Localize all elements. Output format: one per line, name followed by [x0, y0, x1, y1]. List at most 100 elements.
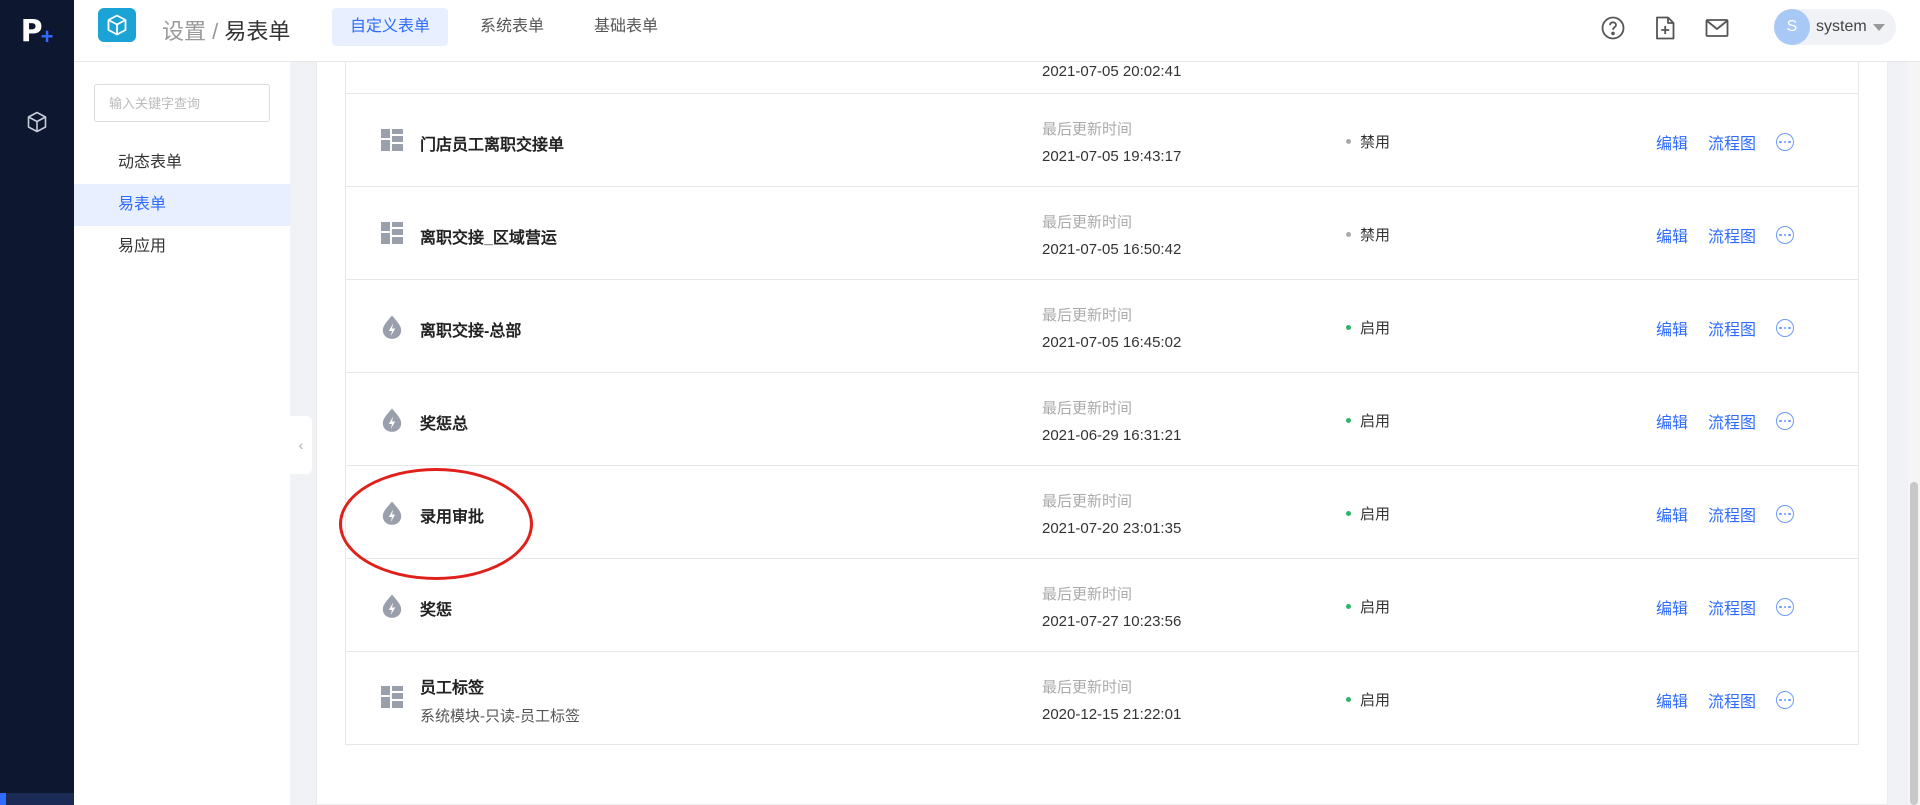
- flash-drop-icon: [380, 407, 404, 432]
- scrollbar[interactable]: [1908, 62, 1920, 805]
- status-badge: 禁用: [1346, 224, 1390, 245]
- updated-time: 2021-06-29 16:31:21: [1042, 427, 1182, 444]
- form-subtitle: 系统模块-只读-员工标签: [420, 708, 580, 725]
- mail-icon[interactable]: [1702, 14, 1732, 42]
- flash-drop-icon: [380, 593, 404, 618]
- list-item[interactable]: 录用审批 最后更新时间 2021-07-20 23:01:35 启用 编辑 流程图: [346, 465, 1858, 558]
- status-badge: 启用: [1346, 596, 1390, 617]
- status-text: 启用: [1360, 506, 1391, 523]
- scrollbar-thumb[interactable]: [1910, 482, 1918, 805]
- more-icon[interactable]: [1776, 133, 1795, 151]
- form-name[interactable]: 奖惩总: [420, 410, 468, 434]
- list-item-partial: 2021-07-05 20:02:41: [346, 62, 1858, 93]
- row-actions: 编辑 流程图: [1656, 409, 1795, 433]
- app-logo[interactable]: P +: [0, 0, 74, 62]
- flowchart-button[interactable]: 流程图: [1708, 688, 1756, 712]
- secondary-sidebar: 动态表单 易表单 易应用: [74, 62, 290, 805]
- chevron-down-icon: [1872, 23, 1885, 31]
- row-actions: 编辑 流程图: [1656, 502, 1795, 526]
- cube-icon[interactable]: [98, 8, 136, 42]
- list-item[interactable]: 奖惩总 最后更新时间 2021-06-29 16:31:21 启用 编辑 流程图: [346, 372, 1858, 465]
- status-text: 禁用: [1360, 227, 1391, 244]
- main-content: 2021-07-05 20:02:41 门店员工离职交接单 最后更新时间 2021-…: [316, 62, 1888, 805]
- status-text: 启用: [1360, 692, 1391, 709]
- breadcrumb-parent[interactable]: 设置: [162, 19, 206, 44]
- tab-custom-forms[interactable]: 自定义表单: [332, 8, 449, 46]
- left-rail: P +: [0, 0, 74, 805]
- form-name[interactable]: 离职交接-总部: [420, 317, 521, 341]
- more-icon[interactable]: [1776, 319, 1795, 337]
- new-document-icon[interactable]: [1650, 14, 1680, 42]
- more-icon[interactable]: [1776, 226, 1795, 244]
- more-icon[interactable]: [1776, 691, 1795, 709]
- form-list: 2021-07-05 20:02:41 门店员工离职交接单 最后更新时间 2021-…: [345, 62, 1859, 745]
- form-name[interactable]: 录用审批: [420, 503, 484, 527]
- tab-basic-forms[interactable]: 基础表单: [576, 8, 676, 46]
- updated-time-label: 最后更新时间: [1042, 121, 1133, 138]
- form-name[interactable]: 员工标签: [420, 674, 484, 698]
- updated-time-label: 最后更新时间: [1042, 400, 1133, 417]
- flash-drop-icon: [380, 500, 404, 525]
- updated-time: 2020-12-15 21:22:01: [1042, 706, 1182, 723]
- edit-button[interactable]: 编辑: [1656, 502, 1688, 526]
- edit-button[interactable]: 编辑: [1656, 223, 1688, 247]
- form-name[interactable]: 离职交接_区域营运: [420, 224, 557, 248]
- flowchart-button[interactable]: 流程图: [1708, 502, 1756, 526]
- edit-button[interactable]: 编辑: [1656, 316, 1688, 340]
- grid-icon: [380, 685, 404, 709]
- help-icon[interactable]: [1598, 14, 1628, 42]
- edit-button[interactable]: 编辑: [1656, 595, 1688, 619]
- status-dot: [1346, 325, 1351, 330]
- row-actions: 编辑 流程图: [1656, 130, 1795, 154]
- header-actions: [1598, 14, 1732, 42]
- sidebar-menu: 动态表单 易表单 易应用: [74, 142, 290, 268]
- list-item[interactable]: 奖惩 最后更新时间 2021-07-27 10:23:56 启用 编辑 流程图: [346, 558, 1858, 651]
- updated-time: 2021-07-27 10:23:56: [1042, 613, 1182, 630]
- avatar: S: [1774, 9, 1810, 45]
- status-dot: [1346, 697, 1351, 702]
- form-name[interactable]: 门店员工离职交接单: [420, 131, 564, 155]
- form-name[interactable]: 奖惩: [420, 596, 452, 620]
- grid-icon: [380, 221, 404, 245]
- list-item[interactable]: 离职交接-总部 最后更新时间 2021-07-05 16:45:02 启用 编辑 流程图: [346, 279, 1858, 372]
- flowchart-button[interactable]: 流程图: [1708, 130, 1756, 154]
- sidebar-item-easy-forms[interactable]: 易表单: [74, 184, 290, 226]
- updated-time-label: 最后更新时间: [1042, 586, 1133, 603]
- flowchart-button[interactable]: 流程图: [1708, 316, 1756, 340]
- updated-time: 2021-07-05 19:43:17: [1042, 148, 1182, 165]
- tab-system-forms[interactable]: 系统表单: [462, 8, 562, 46]
- row-actions: 编辑 流程图: [1656, 223, 1795, 247]
- status-dot: [1346, 604, 1351, 609]
- more-icon[interactable]: [1776, 505, 1795, 523]
- status-dot: [1346, 418, 1351, 423]
- edit-button[interactable]: 编辑: [1656, 688, 1688, 712]
- sidebar-item-dynamic-forms[interactable]: 动态表单: [74, 142, 290, 184]
- list-item[interactable]: 离职交接_区域营运 最后更新时间 2021-07-05 16:50:42 禁用 编辑 流程…: [346, 186, 1858, 279]
- more-icon[interactable]: [1776, 598, 1795, 616]
- updated-time-label: 最后更新时间: [1042, 307, 1133, 324]
- flowchart-button[interactable]: 流程图: [1708, 595, 1756, 619]
- updated-time-label: 最后更新时间: [1042, 679, 1133, 696]
- breadcrumb-separator: /: [206, 19, 225, 44]
- list-item[interactable]: 员工标签系统模块-只读-员工标签 最后更新时间 2020-12-15 21:22:0…: [346, 651, 1858, 744]
- sidebar-item-easy-apps[interactable]: 易应用: [74, 226, 290, 268]
- flowchart-button[interactable]: 流程图: [1708, 409, 1756, 433]
- status-text: 启用: [1360, 599, 1391, 616]
- sidebar-collapse-button[interactable]: ‹: [290, 416, 312, 474]
- flowchart-button[interactable]: 流程图: [1708, 223, 1756, 247]
- updated-time: 2021-07-20 23:01:35: [1042, 520, 1182, 537]
- cube-icon[interactable]: [25, 110, 49, 134]
- status-text: 启用: [1360, 320, 1391, 337]
- row-actions: 编辑 流程图: [1656, 316, 1795, 340]
- search-input[interactable]: [94, 84, 270, 122]
- list-item[interactable]: 门店员工离职交接单 最后更新时间 2021-07-05 19:43:17 禁用 编辑 流程…: [346, 93, 1858, 186]
- row-actions: 编辑 流程图: [1656, 688, 1795, 712]
- status-text: 启用: [1360, 413, 1391, 430]
- edit-button[interactable]: 编辑: [1656, 409, 1688, 433]
- status-dot: [1346, 139, 1351, 144]
- edit-button[interactable]: 编辑: [1656, 130, 1688, 154]
- status-badge: 启用: [1346, 689, 1390, 710]
- top-header: 设置 / 易表单 自定义表单 系统表单 基础表单 S system: [74, 0, 1920, 62]
- user-menu[interactable]: S system: [1774, 9, 1896, 45]
- more-icon[interactable]: [1776, 412, 1795, 430]
